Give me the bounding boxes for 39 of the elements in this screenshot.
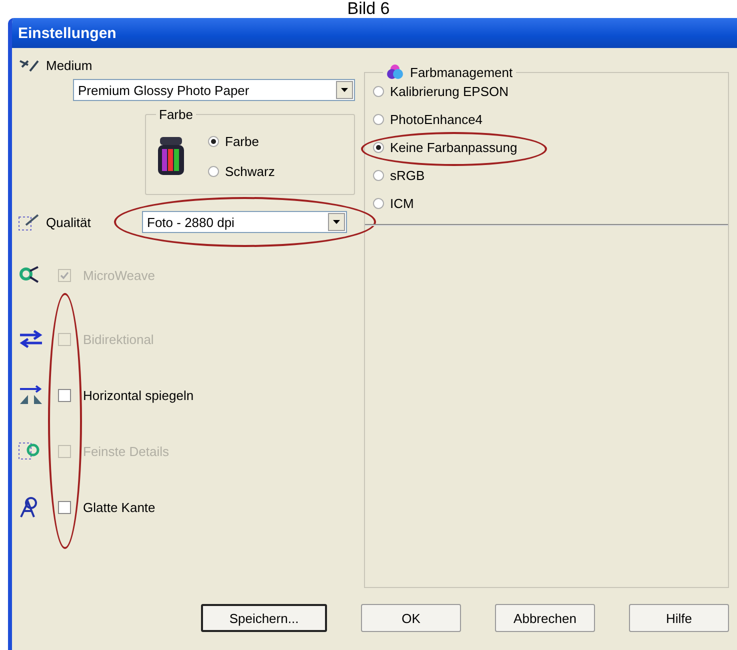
- radio-button[interactable]: [373, 142, 384, 152]
- radio-option[interactable]: Schwarz: [208, 156, 275, 186]
- arrows-icon: [18, 329, 44, 349]
- dialog-button[interactable]: Abbrechen: [495, 604, 595, 632]
- radio-option[interactable]: Kalibrierung EPSON: [373, 80, 508, 102]
- checkbox-label: Bidirektional: [83, 332, 154, 346]
- radio-option[interactable]: sRGB: [373, 164, 425, 186]
- mirror-icon: [18, 385, 44, 405]
- dialog-button[interactable]: Hilfe: [629, 604, 729, 632]
- radio-button[interactable]: [208, 166, 219, 176]
- medium-label: Medium: [46, 58, 92, 73]
- radio-button[interactable]: [373, 170, 384, 180]
- group-title: Farbmanagement: [383, 64, 516, 80]
- checkbox[interactable]: [58, 388, 71, 402]
- color-circles-icon: [386, 64, 404, 80]
- radio-option[interactable]: Keine Farbanpassung: [373, 136, 518, 158]
- figure-caption: Bild 6: [347, 0, 390, 18]
- quality-label: Qualität: [46, 214, 92, 230]
- checkbox-label: MicroWeave: [83, 268, 156, 282]
- radio-button[interactable]: [208, 136, 219, 146]
- radio-button[interactable]: [373, 114, 384, 124]
- radio-button[interactable]: [373, 86, 384, 96]
- quality-grid-icon: [18, 213, 40, 231]
- checkbox[interactable]: [58, 500, 71, 514]
- radio-button[interactable]: [373, 198, 384, 208]
- window-title: Einstellungen: [12, 18, 737, 48]
- radio-option[interactable]: ICM: [373, 192, 414, 214]
- dialog-button[interactable]: OK: [361, 604, 461, 632]
- group-title: Farbe: [158, 107, 194, 122]
- checkbox-label: Horizontal spiegeln: [83, 388, 194, 402]
- checkbox-label: Feinste Details: [83, 444, 169, 458]
- checkbox-label: Glatte Kante: [83, 500, 156, 514]
- radio-option[interactable]: Farbe: [208, 126, 275, 156]
- magnifier-icon: [18, 265, 40, 285]
- medium-dropdown[interactable]: Premium Glossy Photo Paper: [73, 79, 355, 101]
- radio-option[interactable]: PhotoEnhance4: [373, 108, 483, 130]
- ink-bottle-icon: [156, 135, 186, 177]
- quality-dropdown[interactable]: Foto - 2880 dpi: [142, 211, 347, 233]
- dialog-button[interactable]: Speichern...: [201, 604, 327, 632]
